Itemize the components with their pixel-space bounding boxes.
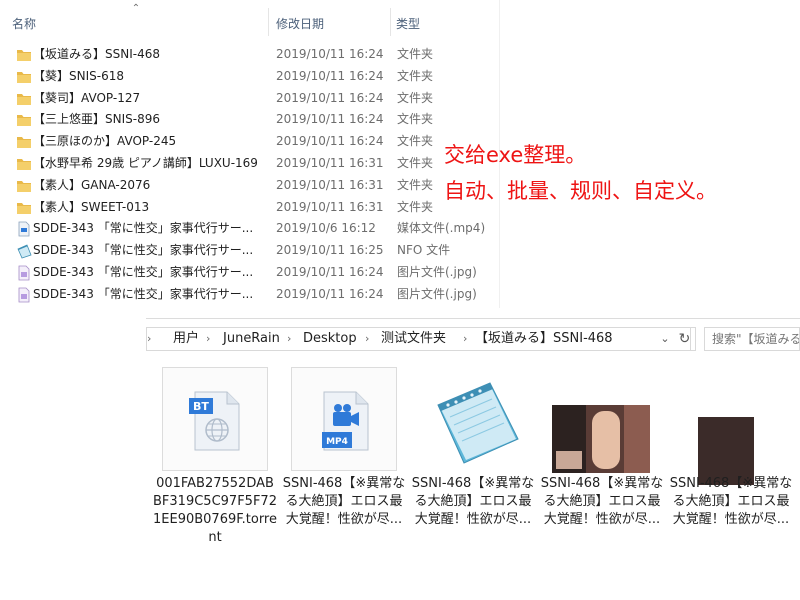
- file-details-view: ⌃ 名称 修改日期 类型 【坂道みる】SSNI-468 2019/10/11 16…: [0, 0, 500, 308]
- folder-icon: [16, 112, 32, 127]
- file-name: 【三上悠亜】SNIS-896: [33, 112, 160, 127]
- folder-icon: [16, 178, 32, 192]
- screenshot-root: ⌃ 名称 修改日期 类型 【坂道みる】SSNI-468 2019/10/11 16…: [0, 0, 800, 600]
- file-row[interactable]: SDDE-343 「常に性交」家事代行サー... 2019/10/11 16:25…: [0, 239, 500, 261]
- column-header-date[interactable]: 修改日期: [268, 12, 390, 36]
- file-tile-mp4[interactable]: MP4 SSNI-468【※異常なる大絶頂】エロス最大覚醒！性欲が尽...: [283, 367, 419, 557]
- file-name: 【水野早希 29歳 ピアノ講師】LUXU-169: [33, 156, 258, 170]
- folder-icon: [16, 91, 32, 105]
- file-name: SDDE-343 「常に性交」家事代行サー...: [33, 286, 254, 301]
- file-row[interactable]: SDDE-343 「常に性交」家事代行サー... 2019/10/11 16:24…: [0, 283, 500, 305]
- file-row[interactable]: SDDE-343 「常に性交」家事代行サー... 2019/10/11 16:24…: [0, 261, 500, 283]
- file-row[interactable]: 【坂道みる】SSNI-468 2019/10/11 16:24 文件夹: [0, 43, 500, 65]
- breadcrumb-current-folder[interactable]: 【坂道みる】SSNI-468: [475, 328, 613, 350]
- file-modified-date: 2019/10/11 16:31: [276, 199, 384, 214]
- file-modified-date: 2019/10/11 16:25: [276, 243, 384, 258]
- breadcrumb-junerain[interactable]: JuneRain: [223, 328, 280, 350]
- file-modified-date: 2019/10/11 16:24: [276, 265, 384, 279]
- breadcrumb-desktop[interactable]: Desktop: [303, 328, 357, 350]
- file-type: 图片文件(.jpg): [397, 286, 477, 301]
- address-bar[interactable]: › 用户 › JuneRain › Desktop › 测试文件夹 › 【坂道み…: [146, 327, 691, 351]
- annotation-line-2: 自动、批量、规则、自定义。: [444, 179, 717, 203]
- file-row[interactable]: 【水野早希 29歳 ピアノ講師】LUXU-169 2019/10/11 16:31…: [0, 152, 500, 174]
- search-input[interactable]: 搜索"【坂道みる: [704, 327, 800, 351]
- file-tile-nfo[interactable]: SSNI-468【※異常なる大絶頂】エロス最大覚醒！性欲が尽...: [412, 367, 548, 557]
- file-name: 【素人】GANA-2076: [33, 177, 151, 192]
- file-type: 文件夹: [397, 112, 434, 127]
- annotation-line-1: 交给exe整理。: [444, 143, 587, 167]
- column-header-name[interactable]: 名称: [0, 12, 268, 36]
- file-name: 【葵】SNIS-618: [33, 68, 124, 83]
- file-modified-date: 2019/10/6 16:12: [276, 221, 376, 236]
- file-row[interactable]: SDDE-343 「常に性交」家事代行サー... 2019/10/6 16:12 媒…: [0, 217, 500, 239]
- svg-text:MP4: MP4: [326, 437, 348, 447]
- file-modified-date: 2019/10/11 16:24: [276, 134, 384, 149]
- file-type: 媒体文件(.mp4): [397, 221, 486, 236]
- file-modified-date: 2019/10/11 16:24: [276, 47, 384, 61]
- breadcrumb-separator-icon[interactable]: ›: [463, 328, 467, 350]
- notepad-file-icon: [420, 367, 526, 471]
- file-tile-torrent[interactable]: BT 001FAB27552DABBF319C5C97F5F721EE90B07…: [153, 367, 290, 557]
- file-tile-label: SSNI-468【※異常なる大絶頂】エロス最大覚醒！性欲が尽...: [282, 476, 406, 527]
- svg-text:BT: BT: [193, 400, 209, 413]
- image-thumbnail-icon: [678, 367, 784, 485]
- column-header-type[interactable]: 类型: [390, 12, 500, 36]
- breadcrumb-users[interactable]: 用户: [173, 328, 199, 350]
- video-file-icon: [16, 221, 32, 237]
- breadcrumb-test-folder[interactable]: 测试文件夹: [381, 328, 446, 350]
- file-type: 文件夹: [397, 47, 434, 61]
- refresh-icon[interactable]: ↻: [674, 327, 696, 351]
- file-tile-image[interactable]: SSNI-468【※異常なる大絶頂】エロス最大覚醒！性欲が尽...: [541, 367, 677, 557]
- file-row[interactable]: 【三上悠亜】SNIS-896 2019/10/11 16:24 文件夹: [0, 108, 500, 130]
- file-row[interactable]: 【素人】GANA-2076 2019/10/11 16:31 文件夹: [0, 174, 500, 196]
- folder-icon: [16, 134, 32, 149]
- nfo-file-icon: [16, 243, 32, 259]
- image-file-icon: [16, 265, 32, 281]
- file-tile-label: SSNI-468【※異常なる大絶頂】エロス最大覚醒！性欲が尽...: [669, 476, 793, 527]
- file-modified-date: 2019/10/11 16:24: [276, 68, 384, 83]
- mp4-file-icon: MP4: [291, 367, 397, 471]
- folder-icon: [16, 47, 32, 61]
- file-modified-date: 2019/10/11 16:31: [276, 156, 384, 170]
- breadcrumb-separator-icon[interactable]: ›: [287, 328, 291, 350]
- folder-icon: [16, 156, 32, 170]
- explorer-window: › 用户 › JuneRain › Desktop › 测试文件夹 › 【坂道み…: [146, 318, 800, 600]
- file-name: SDDE-343 「常に性交」家事代行サー...: [33, 265, 254, 279]
- file-name: 【葵司】AVOP-127: [33, 90, 141, 105]
- image-file-icon: [16, 287, 32, 303]
- file-tile-image[interactable]: SSNI-468【※異常なる大絶頂】エロス最大覚醒！性欲が尽...: [670, 367, 800, 557]
- breadcrumb-separator-icon: ›: [147, 332, 152, 345]
- file-modified-date: 2019/10/11 16:24: [276, 112, 384, 127]
- file-type: 图片文件(.jpg): [397, 265, 477, 279]
- file-name: 【三原ほのか】AVOP-245: [33, 134, 177, 149]
- folder-icon: [16, 69, 32, 83]
- file-modified-date: 2019/10/11 16:24: [276, 90, 384, 105]
- file-type: NFO 文件: [397, 243, 451, 258]
- file-row[interactable]: 【三原ほのか】AVOP-245 2019/10/11 16:24 文件夹: [0, 130, 500, 152]
- file-name: SDDE-343 「常に性交」家事代行サー...: [33, 221, 254, 236]
- file-modified-date: 2019/10/11 16:24: [276, 286, 384, 301]
- breadcrumb-separator-icon[interactable]: ›: [206, 328, 210, 350]
- file-row[interactable]: 【素人】SWEET-013 2019/10/11 16:31 文件夹: [0, 196, 500, 218]
- file-name: 【坂道みる】SSNI-468: [33, 47, 160, 61]
- file-tile-label: SSNI-468【※異常なる大絶頂】エロス最大覚醒！性欲が尽...: [411, 476, 535, 527]
- file-name: SDDE-343 「常に性交」家事代行サー...: [33, 243, 254, 258]
- file-type: 文件夹: [397, 68, 434, 83]
- file-row[interactable]: 【葵】SNIS-618 2019/10/11 16:24 文件夹: [0, 65, 500, 87]
- file-modified-date: 2019/10/11 16:31: [276, 177, 384, 192]
- torrent-file-icon: BT: [162, 367, 268, 471]
- breadcrumb-separator-icon[interactable]: ›: [365, 328, 369, 350]
- image-thumbnail-icon: [549, 367, 655, 473]
- file-row[interactable]: 【葵司】AVOP-127 2019/10/11 16:24 文件夹: [0, 87, 500, 109]
- file-tile-label: SSNI-468【※異常なる大絶頂】エロス最大覚醒！性欲が尽...: [540, 476, 664, 527]
- file-name: 【素人】SWEET-013: [33, 199, 150, 214]
- address-dropdown-icon[interactable]: ⌄: [656, 327, 674, 351]
- file-type: 文件夹: [397, 90, 434, 105]
- image-thumbnail-preview: [552, 405, 650, 473]
- file-tile-label: 001FAB27552DABBF319C5C97F5F721EE90B0769F…: [153, 476, 277, 545]
- folder-icon: [16, 200, 32, 214]
